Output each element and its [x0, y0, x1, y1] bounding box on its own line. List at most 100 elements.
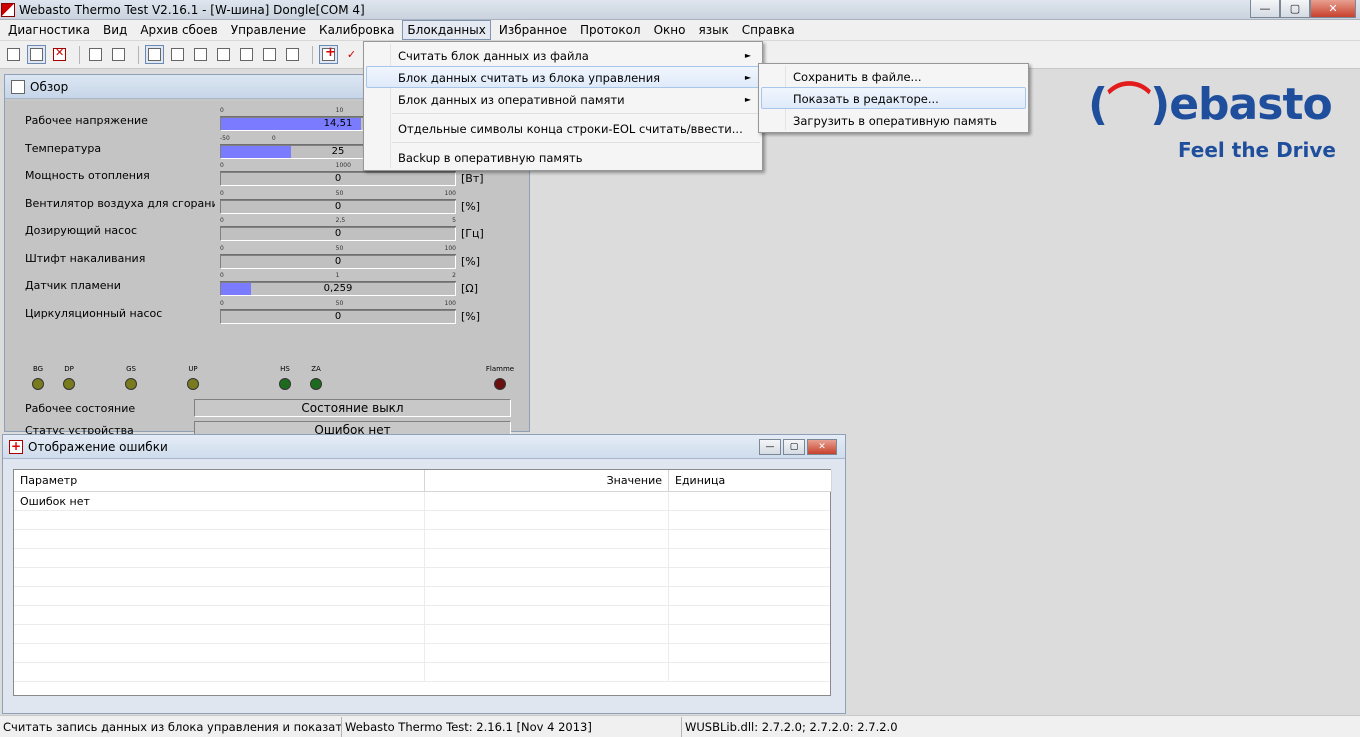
error-minimize-button[interactable]: — — [759, 439, 781, 455]
refresh-button[interactable] — [27, 45, 46, 64]
overview-title: Обзор — [30, 79, 69, 94]
error-display-button[interactable] — [319, 45, 338, 64]
led-label: BG — [32, 365, 44, 373]
minimize-button[interactable]: — — [1250, 0, 1280, 18]
window-controls: — ▢ ✕ — [1250, 0, 1356, 18]
cell-parameter — [14, 568, 425, 587]
gauge-scale: 0 50 100 — [220, 190, 456, 200]
led-label: ZA — [311, 365, 321, 373]
column-header-value[interactable]: Значение — [425, 470, 669, 492]
menu-item-from-ram[interactable]: Блок данных из оперативной памяти ► — [366, 88, 760, 110]
gauge-value: 0 — [334, 255, 342, 267]
menu-language[interactable]: язык — [693, 20, 733, 40]
submenu-arrow-icon: ► — [744, 95, 751, 104]
error-window: + Отображение ошибки — ▢ ✕ Параметр Знач… — [2, 434, 846, 714]
scale-tick: 100 — [444, 244, 456, 252]
submenu-arrow-icon: ► — [744, 51, 751, 60]
error-titlebar[interactable]: + Отображение ошибки — ▢ ✕ — [3, 435, 845, 459]
scale-tick: 0 — [271, 134, 276, 142]
table-row — [14, 606, 830, 625]
menu-item-load-to-ram[interactable]: Загрузить в оперативную память — [761, 109, 1026, 131]
column-header-unit[interactable]: Единица — [669, 470, 832, 492]
led-label: UP — [188, 365, 198, 373]
menu-separator — [392, 113, 760, 114]
monitor-button[interactable] — [168, 45, 187, 64]
row-label: Рабочее напряжение — [25, 114, 148, 127]
unit-label: [%] — [461, 199, 481, 213]
menu-view[interactable]: Вид — [98, 20, 132, 40]
document-icon — [286, 48, 299, 61]
menu-bar: Диагностика Вид Архив сбоев Управление К… — [0, 20, 1360, 41]
close-button[interactable]: ✕ — [1310, 0, 1356, 18]
doc-button[interactable] — [283, 45, 302, 64]
scale-tick: 5 — [452, 217, 456, 224]
menu-calibration[interactable]: Калибровка — [314, 20, 399, 40]
maximize-button[interactable]: ▢ — [1280, 0, 1310, 18]
list-button[interactable] — [260, 45, 279, 64]
menu-item-eol[interactable]: Отдельные символы конца строки-EOL счита… — [366, 117, 760, 139]
cell-value — [425, 530, 669, 549]
table-row — [14, 625, 830, 644]
tool-button-2[interactable] — [109, 45, 128, 64]
notes-button[interactable] — [214, 45, 233, 64]
menu-item-backup-ram[interactable]: Backup в оперативную память — [366, 146, 760, 168]
error-maximize-button[interactable]: ▢ — [783, 439, 805, 455]
row-label: Дозирующий насос — [25, 224, 137, 237]
menu-datablock[interactable]: Блокданных — [402, 20, 491, 40]
scale-tick: 50 — [335, 244, 344, 252]
status-message: Считать запись данных из блока управлени… — [0, 716, 342, 737]
cell-parameter — [14, 625, 425, 644]
table-row — [14, 549, 830, 568]
cell-parameter — [14, 587, 425, 606]
webasto-logo: (⌒)ebasto Feel the Drive — [1088, 80, 1348, 170]
tools-icon — [112, 48, 125, 61]
menu-window[interactable]: Окно — [649, 20, 691, 40]
menu-favorites[interactable]: Избранное — [494, 20, 572, 40]
error-close-button[interactable]: ✕ — [807, 439, 837, 455]
menu-item-read-from-file[interactable]: Считать блок данных из файла ► — [366, 44, 760, 66]
led-label: Flamme — [485, 365, 515, 373]
row-label: Датчик пламени — [25, 279, 121, 292]
scale-tick: 0 — [220, 189, 224, 197]
cell-parameter — [14, 549, 425, 568]
table-row[interactable]: Ошибок нет — [14, 492, 830, 511]
unit-label: [Вт] — [461, 172, 484, 185]
column-header-parameter[interactable]: Параметр — [14, 470, 425, 492]
menu-help[interactable]: Справка — [737, 20, 800, 40]
error-window-controls: — ▢ ✕ — [757, 439, 837, 455]
led-lamp — [125, 378, 137, 390]
menu-separator — [392, 142, 760, 143]
stop-button[interactable] — [50, 45, 69, 64]
table-row — [14, 568, 830, 587]
tool-button-1[interactable] — [86, 45, 105, 64]
values-button[interactable] — [191, 45, 210, 64]
refresh-icon — [30, 48, 43, 61]
menu-item-read-from-ecu[interactable]: Блок данных считать из блока управления ► — [366, 66, 760, 88]
led-label: GS — [126, 365, 136, 373]
cell-parameter — [14, 511, 425, 530]
menu-item-show-in-editor[interactable]: Показать в редакторе... — [761, 87, 1026, 109]
row-label: Циркуляционный насос — [25, 306, 163, 320]
menu-fault-archive[interactable]: Архив сбоев — [135, 20, 222, 40]
connect-button[interactable] — [4, 45, 23, 64]
error-title: Отображение ошибки — [28, 439, 168, 454]
scale-tick: 100 — [444, 189, 456, 197]
cell-unit — [669, 492, 832, 511]
scale-tick: 0 — [220, 162, 224, 169]
overview-button[interactable] — [145, 45, 164, 64]
graph-button[interactable] — [237, 45, 256, 64]
list-icon — [263, 48, 276, 61]
menu-protocol[interactable]: Протокол — [575, 20, 646, 40]
value-gauge: 0 — [220, 227, 456, 241]
overview-row: Дозирующий насос 0 2,5 5 0 [Гц] — [21, 217, 484, 241]
gauge-scale: 0 50 100 — [220, 300, 456, 310]
menu-item-save-to-file[interactable]: Сохранить в файле... — [761, 65, 1026, 87]
chart-icon — [240, 48, 253, 61]
check-button[interactable]: ✓ — [342, 45, 361, 64]
cell-value — [425, 663, 669, 682]
menu-diagnostics[interactable]: Диагностика — [3, 20, 95, 40]
status-version: Webasto Thermo Test: 2.16.1 [Nov 4 2013] — [342, 716, 682, 737]
operating-state-value: Состояние выкл — [194, 399, 511, 417]
menu-control[interactable]: Управление — [226, 20, 311, 40]
status-bar: Считать запись данных из блока управлени… — [0, 715, 1360, 737]
